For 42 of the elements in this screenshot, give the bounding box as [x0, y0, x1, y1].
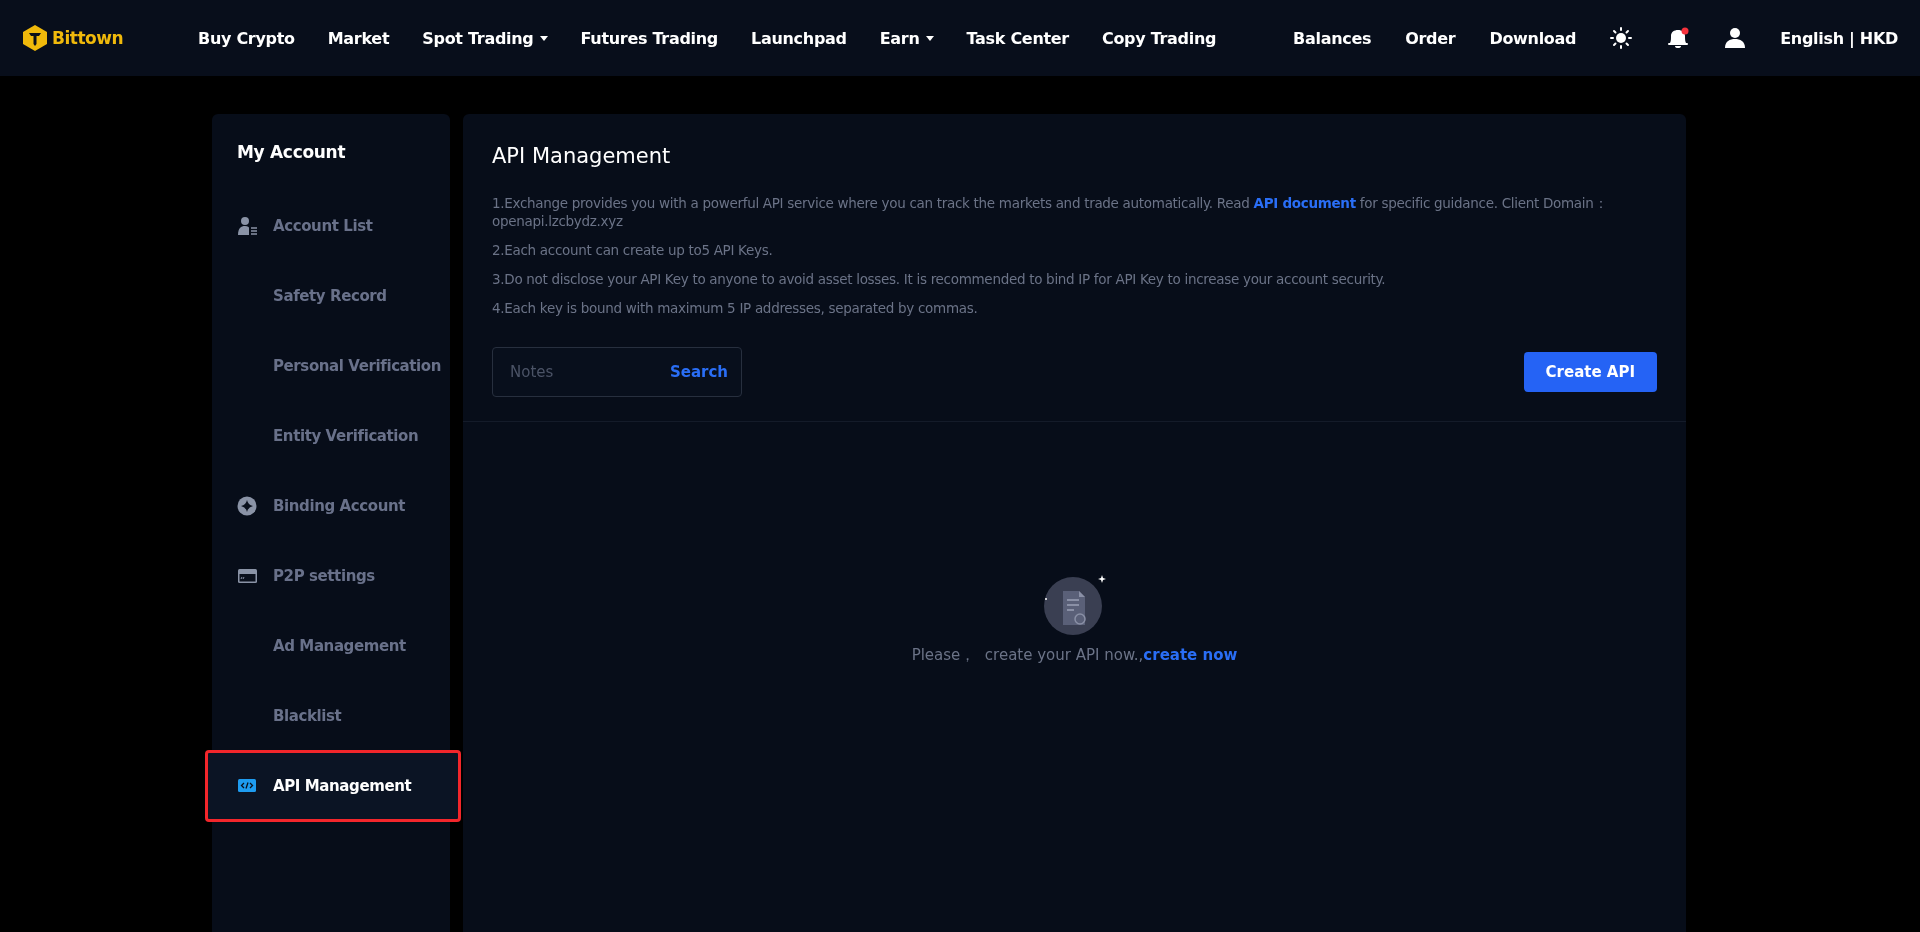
search-button[interactable]: Search [669, 363, 728, 381]
caret-icon [925, 35, 934, 41]
sidebar-item[interactable]: Personal Verification [212, 331, 450, 401]
sidebar-item[interactable]: Blacklist [212, 681, 450, 751]
user-list-icon [237, 216, 258, 236]
nav-link[interactable]: Launchpad [751, 28, 847, 48]
bell-icon[interactable] [1666, 27, 1691, 49]
nav-link[interactable]: Download [1489, 28, 1577, 48]
nav-link[interactable]: Order [1405, 28, 1456, 48]
sidebar-item[interactable]: P2P settings [212, 541, 450, 611]
create-api-button[interactable]: Create API [1523, 352, 1657, 392]
instruction-text: 2.Each account can create up to5 API Keys. [492, 241, 774, 259]
create-now-link[interactable]: create now [1143, 646, 1238, 664]
instruction-text: 3.Do not disclose your API Key to anyone to avoid asset losses. It is recommended to bind IP for API Key to increase your account security. [492, 270, 1387, 288]
language-selector[interactable]: English | HKD [1780, 28, 1898, 48]
sidebar-item[interactable]: Account List [212, 191, 450, 261]
instruction-text: 1.Exchange provides you with a powerful API service where you can track the markets and trade automatically. Read API document for specific guidance. Client Domain：openapi.lzcbydz.xyz [492, 194, 1609, 230]
user-icon[interactable] [1724, 27, 1747, 49]
logo-hexagon-icon [22, 24, 48, 52]
logo-text[interactable]: Bittown [52, 28, 124, 48]
nav-link[interactable]: Copy Trading [1101, 28, 1217, 48]
card-icon [237, 566, 258, 586]
sidebar-title: My Account [236, 142, 347, 162]
nav-link[interactable]: Balances [1293, 28, 1372, 48]
sidebar-item[interactable]: Ad Management [212, 611, 450, 681]
nav-link[interactable]: Futures Trading [580, 28, 719, 48]
empty-state-text: Please， create your API now., [911, 646, 1144, 664]
page-title: API Management [492, 144, 672, 168]
nav-link[interactable]: Buy Crypto [198, 28, 295, 48]
nav-link[interactable]: Market [327, 28, 390, 48]
instruction-text: 4.Each key is bound with maximum 5 IP addresses, separated by commas. [492, 299, 979, 317]
api-document-link[interactable]: API document [1253, 195, 1356, 211]
nav-link[interactable]: Spot Trading [422, 28, 548, 48]
search-field[interactable]: Notes Search [492, 347, 742, 397]
sun-icon[interactable] [1610, 27, 1633, 49]
sidebar-item[interactable]: Safety Record [212, 261, 450, 331]
sidebar-item[interactable]: Binding Account [212, 471, 450, 541]
sidebar-item[interactable]: API Management [206, 751, 460, 821]
caret-icon [539, 35, 548, 41]
sidebar-item[interactable]: Entity Verification [212, 401, 450, 471]
nav-link[interactable]: Task Center [966, 28, 1069, 48]
nav-link[interactable]: Earn [879, 28, 934, 48]
